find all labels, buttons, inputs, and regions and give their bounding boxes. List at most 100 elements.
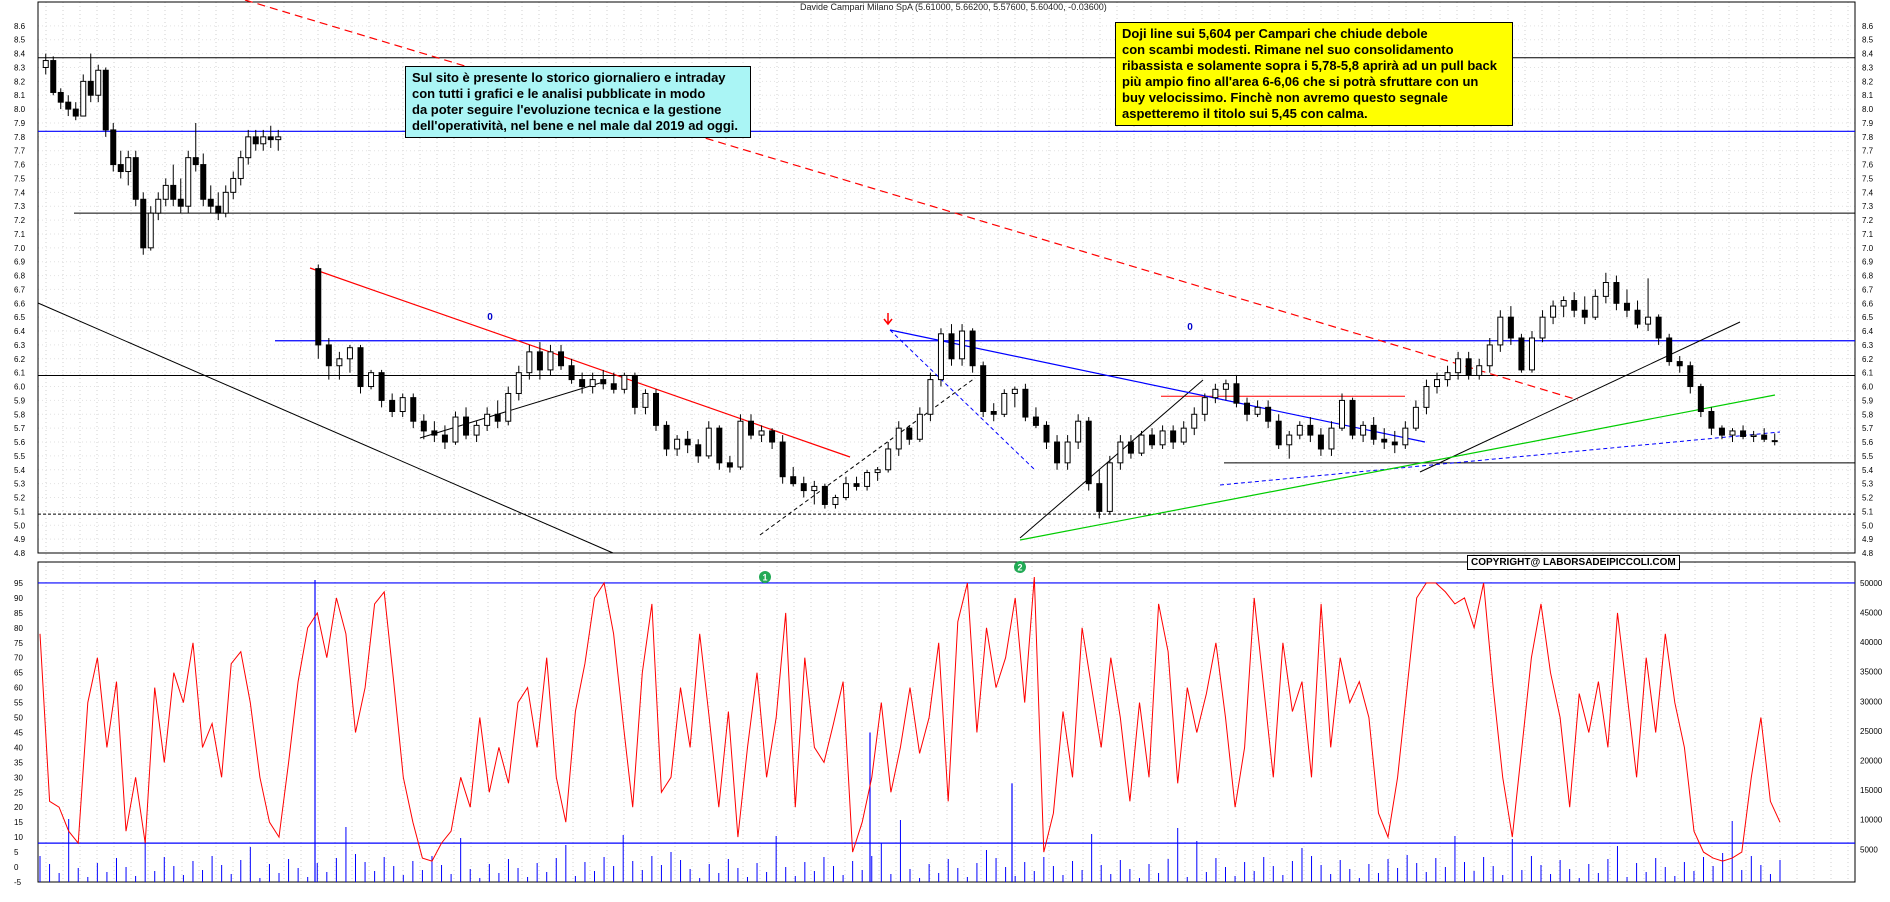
candle-body	[1402, 427, 1409, 446]
volume-tick-label: 35000	[1860, 668, 1883, 677]
candle-body	[1212, 388, 1219, 399]
candle-body	[1011, 388, 1018, 394]
candle-body	[1729, 430, 1736, 436]
candle-body	[747, 420, 754, 436]
candle-body	[769, 430, 776, 443]
y-tick-label-right: 6.8	[1862, 272, 1874, 281]
osc-tick-label: 10	[14, 833, 23, 842]
candle-body	[1106, 462, 1113, 512]
candle-body	[1423, 386, 1430, 408]
axes: 8.6 8.6 8.5 8.5 8.4 8.4 8.3 8.3 8.2 8.2 8.1 8.1 8.0 8…	[14, 1, 1883, 887]
candle-body	[95, 69, 102, 96]
y-tick-label-right: 7.8	[1862, 133, 1874, 142]
candle-body	[916, 413, 923, 440]
wave-marker-label: 1	[762, 573, 767, 583]
osc-tick-label: 50	[14, 714, 23, 723]
volume-tick-label: 15000	[1860, 786, 1883, 795]
candle-body	[346, 347, 353, 360]
y-tick-label-right: 8.1	[1862, 91, 1874, 100]
y-tick-label-right: 5.6	[1862, 438, 1874, 447]
candle-body	[1339, 399, 1346, 429]
candle-body	[1201, 397, 1208, 415]
candle-body	[50, 60, 57, 93]
candle-body	[663, 424, 670, 450]
osc-tick-label: 20	[14, 803, 23, 812]
osc-tick-label: 0	[14, 863, 19, 872]
y-tick-label-left: 5.8	[14, 410, 26, 419]
y-tick-label-left: 6.9	[14, 258, 26, 267]
candle-body	[494, 413, 501, 422]
candle-body	[811, 485, 818, 492]
yellow-note-line: buy velocissimo. Finchè non avremo quest…	[1122, 90, 1448, 105]
candle-body	[1001, 392, 1008, 415]
y-tick-label-right: 6.7	[1862, 285, 1874, 294]
candle-body	[1581, 309, 1588, 318]
y-tick-label-left: 6.7	[14, 285, 26, 294]
candle-body	[600, 379, 607, 385]
candle-body	[927, 379, 934, 415]
candle-body	[431, 430, 438, 436]
candle-body	[842, 483, 849, 499]
candle-body	[245, 136, 252, 159]
candle-body	[260, 136, 267, 145]
candle-body	[1518, 337, 1525, 371]
y-tick-label-right: 6.9	[1862, 258, 1874, 267]
candle-body	[87, 80, 94, 96]
candle-body	[1455, 358, 1462, 374]
candle-body	[1370, 424, 1377, 440]
candle-body	[515, 372, 522, 394]
y-tick-label-left: 8.1	[14, 91, 26, 100]
y-tick-label-right: 5.5	[1862, 452, 1874, 461]
candle-body	[1032, 416, 1039, 426]
candle-body	[368, 372, 375, 388]
candle-body	[1222, 383, 1229, 390]
candle-body	[906, 427, 913, 440]
candle-body	[1497, 316, 1504, 346]
candle-body	[1180, 427, 1187, 443]
candle-body	[853, 483, 860, 487]
y-tick-label-left: 5.4	[14, 466, 26, 475]
candle-body	[536, 351, 543, 371]
y-tick-label-left: 5.1	[14, 507, 26, 516]
candle-body	[864, 472, 871, 487]
y-tick-label-left: 5.2	[14, 494, 26, 503]
wave-marker-label: 0	[487, 312, 493, 323]
candle-body	[177, 198, 184, 207]
candle-body	[1191, 413, 1198, 429]
candle-body	[336, 358, 343, 367]
y-tick-label-right: 8.4	[1862, 50, 1874, 59]
candle-body	[1127, 441, 1134, 454]
candle-body	[610, 383, 617, 390]
candle-body	[1085, 420, 1092, 485]
osc-tick-label: 15	[14, 818, 23, 827]
candle-body	[1602, 282, 1609, 297]
y-tick-label-left: 6.4	[14, 327, 26, 336]
candle-body	[1043, 424, 1050, 443]
candle-body	[170, 184, 177, 200]
candle-body	[1486, 344, 1493, 367]
copyright-label: COPYRIGHT@ LABORSADEIPICCOLI.COM	[1467, 555, 1680, 570]
candle-body	[1655, 316, 1662, 339]
y-tick-label-right: 6.6	[1862, 299, 1874, 308]
candle-body	[267, 136, 274, 141]
candle-body	[726, 462, 733, 468]
candle-body	[1075, 420, 1082, 443]
y-tick-label-left: 7.1	[14, 230, 26, 239]
candle-body	[547, 351, 554, 371]
candle-body	[1528, 337, 1535, 371]
y-tick-label-right: 5.1	[1862, 507, 1874, 516]
candle-body	[937, 333, 944, 381]
y-tick-label-left: 4.9	[14, 535, 26, 544]
y-tick-label-left: 6.3	[14, 341, 26, 350]
candle-body	[125, 157, 132, 173]
y-tick-label-left: 5.6	[14, 438, 26, 447]
y-tick-label-right: 6.1	[1862, 369, 1874, 378]
candle-body	[1476, 365, 1483, 376]
candle-body	[716, 427, 723, 464]
candle-body	[621, 374, 628, 390]
y-tick-label-right: 5.9	[1862, 396, 1874, 405]
y-tick-label-left: 6.8	[14, 272, 26, 281]
candle-body	[473, 424, 480, 436]
candle-body	[1465, 358, 1472, 376]
y-tick-label-right: 5.4	[1862, 466, 1874, 475]
